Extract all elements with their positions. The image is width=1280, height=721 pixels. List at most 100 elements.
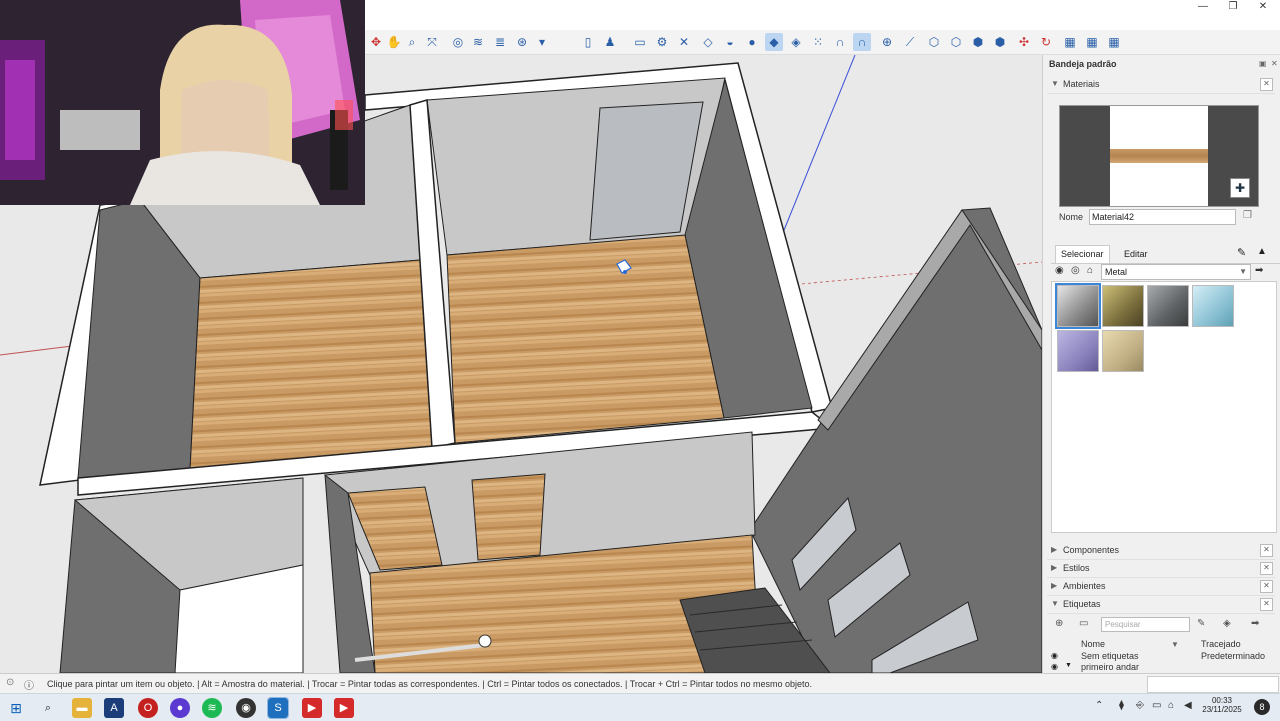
restore-button[interactable]: ❐ [1218,0,1248,15]
environments-close-icon[interactable]: ✕ [1260,580,1273,593]
tray-pin-icon[interactable]: ▣ [1259,59,1267,68]
swatch-metal-purple[interactable] [1057,330,1099,372]
copy-material-icon[interactable]: ❐ [1243,210,1252,221]
tags-section-header[interactable]: ▼ Etiquetas ✕ [1047,596,1275,614]
layers-icon[interactable]: ≣ [491,33,509,51]
windows-start-icon[interactable]: ⊞ [6,698,26,718]
chevron-down-icon[interactable]: ▼ [1065,662,1072,669]
autocad-icon[interactable]: A [104,698,124,718]
person-walk-icon[interactable]: ♟ [601,33,619,51]
styles-close-icon[interactable]: ✕ [1260,562,1273,575]
components-section-header[interactable]: ▶ Componentes ✕ [1047,542,1275,560]
refresh-icon[interactable]: ↻ [1037,33,1055,51]
forward-icon[interactable]: ◎ [1071,265,1080,276]
eye-icon[interactable]: ◉ [1051,662,1058,671]
person-icon[interactable]: ▾ [533,33,551,51]
tray-close-icon[interactable]: ✕ [1271,59,1278,68]
paint-bucket-icon[interactable]: ▲ [1257,246,1267,257]
zoom-extents-icon[interactable]: ⤧ [423,33,441,51]
tag-details-icon[interactable]: ➡ [1251,618,1259,629]
info-icon[interactable]: ⓘ [24,677,34,692]
sketchup-icon[interactable]: S [267,697,289,719]
cube-dark-icon[interactable]: ⬢ [969,33,987,51]
styles-icon[interactable]: ≋ [469,33,487,51]
library-select[interactable]: Metal ▼ [1101,264,1251,280]
move-icon[interactable]: ✥ [367,33,385,51]
zoom-icon[interactable]: ⌕ [403,33,421,51]
tags-search-input[interactable]: Pesquisar [1101,617,1190,632]
material-tabs: Selecionar Editar ✎ ▲ [1051,245,1280,264]
details-arrow-icon[interactable]: ➡ [1255,265,1263,276]
box-icon[interactable]: ▭ [631,33,649,51]
tag-row[interactable]: ◉ Sem etiquetas Predeterminado [1051,651,1275,662]
geo-location-icon[interactable]: ⊙ [6,677,14,688]
swatch-metal-beige[interactable] [1102,330,1144,372]
swatch-metal-gold[interactable] [1102,285,1144,327]
dropbox-icon[interactable]: ⧫ [1119,700,1124,711]
tab-select[interactable]: Selecionar [1055,245,1110,263]
tag-pencil-icon[interactable]: ✎ [1197,618,1205,629]
minimize-button[interactable]: — [1188,0,1218,15]
eye-icon[interactable]: ◉ [1051,651,1058,660]
spotify-icon[interactable]: ≋ [202,698,222,718]
axes-icon[interactable]: ✣ [1015,33,1033,51]
sections-icon[interactable]: ◎ [449,33,467,51]
eyedropper-icon[interactable]: ✎ [1237,246,1246,259]
drop-half-icon[interactable]: ◒ [721,33,739,51]
media-app-2-icon[interactable]: ▶ [334,698,354,718]
opera-icon[interactable]: O [138,698,158,718]
swatch-metal-dark[interactable] [1147,285,1189,327]
tag-row[interactable]: ◉ ▼ primeiro andar [1051,662,1275,673]
file-explorer-icon[interactable]: ▬ [72,698,92,718]
create-material-icon[interactable]: ✚ [1230,178,1250,198]
cube-selected-icon[interactable]: ⬢ [991,33,1009,51]
camera-icon[interactable]: ⊛ [513,33,531,51]
materials-section-header[interactable]: ▼ Materiais ✕ [1047,76,1275,94]
magnet-icon[interactable]: ∩ [831,33,849,51]
eraser-icon[interactable]: ◈ [787,33,805,51]
components-close-icon[interactable]: ✕ [1260,544,1273,557]
cube-outline-icon[interactable]: ⬡ [947,33,965,51]
home-icon[interactable]: ⌂ [1087,265,1093,276]
add-tag-icon[interactable]: ⊕ [1055,618,1063,629]
magnet-active-icon[interactable]: ∩ [853,33,871,51]
volume-icon[interactable]: ◀ [1184,700,1192,711]
close-window-button[interactable]: ✕ [1248,0,1278,15]
search-icon[interactable]: ⌕ [38,698,58,718]
tab-edit[interactable]: Editar [1119,246,1153,262]
cube-icon[interactable]: ⬡ [925,33,943,51]
paint-drop-icon[interactable]: ◆ [765,33,783,51]
gear-icon[interactable]: ⚙ [653,33,671,51]
drop-icon[interactable]: ◇ [699,33,717,51]
plus-circle-icon[interactable]: ⊕ [878,33,896,51]
environments-section-header[interactable]: ▶ Ambientes ✕ [1047,578,1275,596]
layers-a-icon[interactable]: ▦ [1061,33,1079,51]
close-icon[interactable]: ✕ [675,33,693,51]
app-icon[interactable]: ● [170,698,190,718]
swatch-metal-silver[interactable] [1055,283,1101,329]
add-tag-folder-icon[interactable]: ▭ [1079,618,1088,629]
tag-eraser-icon[interactable]: ◈ [1223,618,1231,629]
back-icon[interactable]: ◉ [1055,265,1064,276]
battery-icon[interactable]: ▭ [1152,700,1161,711]
measurements-box[interactable] [1147,676,1279,693]
link-icon[interactable]: ⟋ [901,33,919,51]
drop-full-icon[interactable]: ● [743,33,761,51]
chevron-up-icon[interactable]: ⌃ [1095,700,1103,711]
clock[interactable]: 00:33 23/11/2025 [1200,696,1244,714]
media-app-icon[interactable]: ▶ [302,698,322,718]
hand-icon[interactable]: ✋ [385,33,403,51]
materials-close-icon[interactable]: ✕ [1260,78,1273,91]
notification-badge[interactable]: 8 [1254,699,1270,715]
usb-icon[interactable]: ⎆ [1136,700,1144,711]
styles-section-header[interactable]: ▶ Estilos ✕ [1047,560,1275,578]
obs-icon[interactable]: ◉ [236,698,256,718]
grid-icon[interactable]: ⁙ [809,33,827,51]
material-name-input[interactable]: Material42 [1089,209,1236,225]
page-icon[interactable]: ▯ [579,33,597,51]
layers-c-icon[interactable]: ▦ [1105,33,1123,51]
swatch-metal-blue[interactable] [1192,285,1234,327]
layers-b-icon[interactable]: ▦ [1083,33,1101,51]
tags-close-icon[interactable]: ✕ [1260,598,1273,611]
network-icon[interactable]: ⌂ [1168,700,1174,711]
